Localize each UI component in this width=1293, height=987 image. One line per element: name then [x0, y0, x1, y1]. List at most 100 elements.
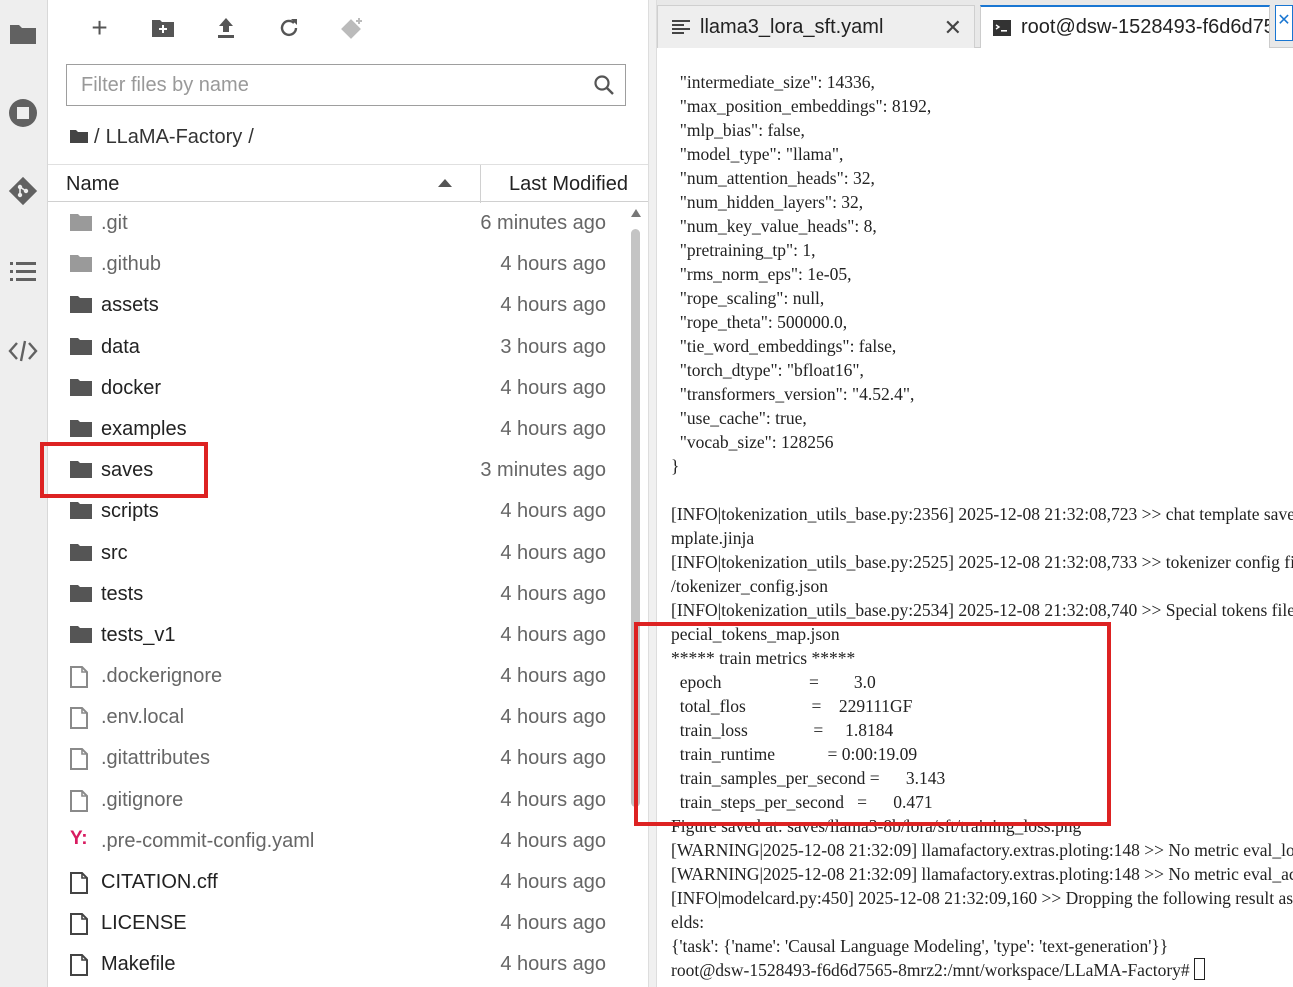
breadcrumb-folder[interactable]: LLaMA-Factory — [106, 126, 243, 149]
panel-splitter[interactable] — [648, 0, 657, 987]
sort-ascending-icon[interactable] — [438, 179, 452, 187]
terminal-line: "intermediate_size": 14336, — [671, 72, 875, 92]
scroll-up-arrow-icon[interactable] — [631, 209, 641, 217]
file-modified: 4 hours ago — [500, 417, 606, 440]
file-list-scrollbar[interactable] — [628, 203, 644, 987]
breadcrumb-trailing-separator: / — [248, 125, 254, 148]
git-icon[interactable] — [6, 174, 40, 208]
file-modified: 4 hours ago — [500, 747, 606, 770]
terminal-line: /tokenizer_config.json — [671, 576, 828, 596]
text-file-icon — [672, 20, 690, 34]
folder-icon — [70, 337, 92, 357]
terminal-line: [INFO|modelcard.py:450] 2025-12-08 21:32… — [671, 888, 1293, 908]
file-list-header: Name Last Modified — [48, 164, 648, 203]
terminal-line: {'task': {'name': 'Causal Language Model… — [671, 936, 1169, 956]
file-row[interactable]: tests_v1 4 hours ago — [48, 615, 626, 656]
file-icon — [70, 748, 92, 771]
tab-label: llama3_lora_sft.yaml — [700, 15, 884, 38]
modified-column-header[interactable]: Last Modified — [509, 173, 628, 196]
terminal-line: "rms_norm_eps": 1e-05, — [671, 264, 852, 284]
terminal-line: [WARNING|2025-12-08 21:32:09] llamafacto… — [671, 840, 1293, 860]
file-list: .git 6 minutes ago .github 4 hours ago asset… — [48, 203, 626, 986]
terminal-line: [INFO|tokenization_utils_base.py:2534] 2… — [671, 600, 1293, 620]
file-modified: 4 hours ago — [500, 665, 606, 688]
file-row[interactable]: Makefile 4 hours ago — [48, 944, 626, 985]
terminal-line: "vocab_size": 128256 — [671, 432, 834, 452]
file-row[interactable]: tests 4 hours ago — [48, 574, 626, 615]
file-modified: 3 minutes ago — [480, 459, 606, 482]
file-row[interactable]: .env.local 4 hours ago — [48, 697, 626, 738]
terminal-line: "model_type": "llama", — [671, 144, 844, 164]
git-clone-icon — [340, 18, 362, 39]
terminal-line: "num_attention_heads": 32, — [671, 168, 875, 188]
upload-button[interactable] — [194, 10, 257, 46]
file-row[interactable]: .github 4 hours ago — [48, 244, 626, 285]
yaml-file-icon: Y: — [70, 827, 92, 851]
file-row[interactable]: .gitignore 4 hours ago — [48, 780, 626, 821]
file-row[interactable]: .dockerignore 4 hours ago — [48, 656, 626, 697]
refresh-button[interactable] — [257, 10, 320, 46]
file-modified: 4 hours ago — [500, 953, 606, 976]
name-column-header[interactable]: Name — [66, 173, 119, 196]
highlight-saves-folder — [40, 442, 208, 498]
file-name: .github — [101, 253, 162, 276]
file-row[interactable]: .gitattributes 4 hours ago — [48, 738, 626, 779]
filter-box — [66, 64, 626, 106]
file-name: data — [101, 335, 140, 358]
file-row[interactable]: LICENSE 4 hours ago — [48, 903, 626, 944]
terminal-line: [WARNING|2025-12-08 21:32:09] llamafacto… — [671, 864, 1293, 884]
folder-icon — [70, 213, 92, 233]
plus-icon: + — [91, 12, 108, 43]
toc-icon[interactable] — [6, 254, 40, 288]
file-icon — [70, 913, 92, 936]
code-icon[interactable] — [6, 334, 40, 368]
highlight-train-metrics — [634, 622, 1111, 826]
file-modified: 4 hours ago — [500, 623, 606, 646]
file-row[interactable]: data 3 hours ago — [48, 327, 626, 368]
tab-yaml-file[interactable]: llama3_lora_sft.yaml ✕ — [657, 5, 975, 48]
terminal-icon — [993, 19, 1011, 36]
folder-icon — [70, 543, 92, 563]
terminal-line: root@dsw-1528493-f6d6d7565-8mrz2:/mnt/wo… — [671, 958, 1293, 982]
file-row[interactable]: assets 4 hours ago — [48, 285, 626, 326]
file-row[interactable]: .git 6 minutes ago — [48, 203, 626, 244]
new-launcher-button[interactable]: + — [68, 10, 131, 46]
close-icon[interactable]: ✕ — [944, 15, 962, 41]
folder-icon — [70, 501, 92, 521]
file-name: LICENSE — [101, 912, 187, 935]
yaml-badge: Y: — [70, 827, 88, 849]
file-name: .dockerignore — [101, 665, 223, 688]
terminal-line: [INFO|tokenization_utils_base.py:2525] 2… — [671, 552, 1293, 572]
file-row[interactable]: src 4 hours ago — [48, 533, 626, 574]
file-name: examples — [101, 417, 187, 440]
file-modified: 3 hours ago — [500, 335, 606, 358]
new-folder-icon — [151, 20, 174, 37]
folder-icon — [70, 378, 92, 398]
running-icon[interactable] — [6, 96, 40, 130]
file-row[interactable]: CITATION.cff 4 hours ago — [48, 862, 626, 903]
folder-icon[interactable] — [6, 16, 40, 50]
terminal-line: elds: — [671, 912, 705, 932]
git-clone-button[interactable] — [320, 10, 383, 46]
file-modified: 4 hours ago — [500, 706, 606, 729]
column-divider[interactable] — [480, 165, 481, 203]
tab-overflow-close-icon[interactable]: ✕ — [1275, 5, 1293, 41]
tab-terminal[interactable]: root@dsw-1528493-f6d6d7565-8mrz2: /mnt/w… — [980, 5, 1270, 48]
folder-icon — [70, 584, 92, 604]
refresh-icon — [280, 19, 297, 37]
breadcrumb-root-icon[interactable] — [70, 126, 88, 149]
terminal-output[interactable]: "intermediate_size": 14336, "max_positio… — [657, 48, 1293, 987]
file-row[interactable]: docker 4 hours ago — [48, 368, 626, 409]
terminal-lines: "intermediate_size": 14336, "max_positio… — [671, 70, 1293, 982]
terminal-line: "max_position_embeddings": 8192, — [671, 96, 932, 116]
file-icon — [70, 954, 92, 977]
file-modified: 4 hours ago — [500, 582, 606, 605]
new-folder-button[interactable] — [131, 10, 194, 46]
file-toolbar: + — [68, 10, 383, 46]
file-name: .env.local — [101, 706, 185, 729]
file-modified: 4 hours ago — [500, 541, 606, 564]
filter-input[interactable] — [79, 65, 583, 105]
upload-icon — [217, 18, 234, 38]
file-row[interactable]: Y: .pre-commit-config.yaml 4 hours ago — [48, 821, 626, 862]
